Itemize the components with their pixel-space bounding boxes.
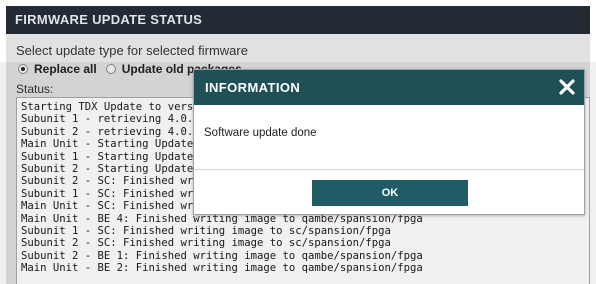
dialog-message: Software update done bbox=[204, 127, 317, 139]
update-type-prompt: Select update type for selected firmware bbox=[16, 43, 248, 58]
dialog-title: INFORMATION bbox=[205, 80, 301, 95]
dialog-header: INFORMATION bbox=[194, 70, 584, 105]
close-icon[interactable] bbox=[556, 76, 578, 98]
information-dialog: INFORMATION Software update done OK bbox=[193, 69, 585, 215]
ok-button[interactable]: OK bbox=[312, 180, 468, 206]
panel-title: FIRMWARE UPDATE STATUS bbox=[6, 6, 590, 34]
dialog-divider bbox=[194, 169, 584, 170]
